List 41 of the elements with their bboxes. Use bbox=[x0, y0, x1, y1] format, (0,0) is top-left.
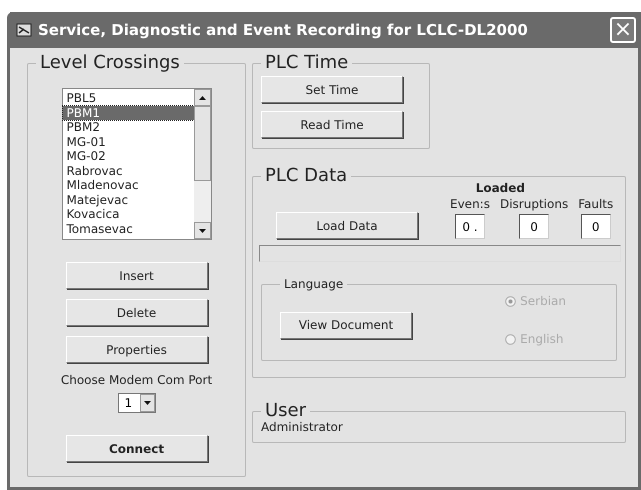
com-port-select[interactable]: 1 bbox=[118, 393, 156, 413]
scrollbar[interactable] bbox=[194, 89, 210, 239]
counter-label: Faults bbox=[578, 197, 614, 211]
action-button[interactable]: Delete bbox=[66, 299, 208, 326]
group-title: PLC Time bbox=[264, 54, 350, 72]
action-button[interactable]: Insert bbox=[66, 262, 208, 289]
list-item[interactable]: Mladenovac bbox=[62, 178, 194, 192]
group-title: Level Crossings bbox=[39, 54, 181, 72]
list-item[interactable]: Matejevac bbox=[62, 192, 194, 207]
group-title: User bbox=[264, 402, 308, 420]
list-item[interactable]: MG-02 bbox=[62, 149, 194, 164]
list-item[interactable]: PBM2 bbox=[62, 120, 194, 134]
app-icon bbox=[16, 23, 32, 37]
window-title: Service, Diagnostic and Event Recording for LCLC-DL2000 bbox=[38, 21, 529, 39]
up-arrow-icon[interactable] bbox=[198, 96, 206, 100]
list-item[interactable]: Tomasevac bbox=[62, 222, 194, 236]
down-arrow-icon[interactable] bbox=[198, 228, 206, 232]
list-item[interactable]: Rabrovac bbox=[62, 164, 194, 178]
counter-field: 0 bbox=[519, 214, 550, 239]
group-title: PLC Data bbox=[264, 167, 348, 185]
view-document-button[interactable]: View Document bbox=[280, 312, 412, 338]
group-title: Language bbox=[283, 278, 344, 290]
counter-label: Disruptions bbox=[500, 197, 568, 211]
list-item[interactable]: MG-01 bbox=[62, 134, 194, 149]
down-arrow-icon[interactable] bbox=[144, 401, 150, 405]
load-data-button[interactable]: Load Data bbox=[276, 212, 418, 239]
counter-label: Even:s bbox=[450, 197, 490, 211]
com-port-label: Choose Modem Com Port bbox=[60, 373, 212, 387]
user-name: Administrator bbox=[261, 420, 344, 434]
close-button[interactable]: × bbox=[610, 17, 636, 43]
time-button[interactable]: Read Time bbox=[261, 111, 403, 138]
list-item[interactable]: Kovacica bbox=[62, 207, 194, 222]
action-button[interactable]: Properties bbox=[66, 336, 208, 363]
counter-field: 0 bbox=[580, 214, 611, 239]
connect-button[interactable]: Connect bbox=[66, 435, 208, 462]
list-item[interactable]: PBM1 bbox=[62, 106, 194, 120]
counter-field: 0 . bbox=[454, 214, 485, 239]
loaded-heading: Loaded bbox=[476, 181, 525, 195]
level-crossing-list[interactable]: PBL5 PBM1 PBM2 MG-01 MG-02 Rabrovac Mladenovac Matejevac Kovacica Tomasevac bbox=[62, 88, 212, 240]
time-button[interactable]: Set Time bbox=[261, 76, 403, 103]
list-item[interactable]: PBL5 bbox=[62, 91, 194, 106]
